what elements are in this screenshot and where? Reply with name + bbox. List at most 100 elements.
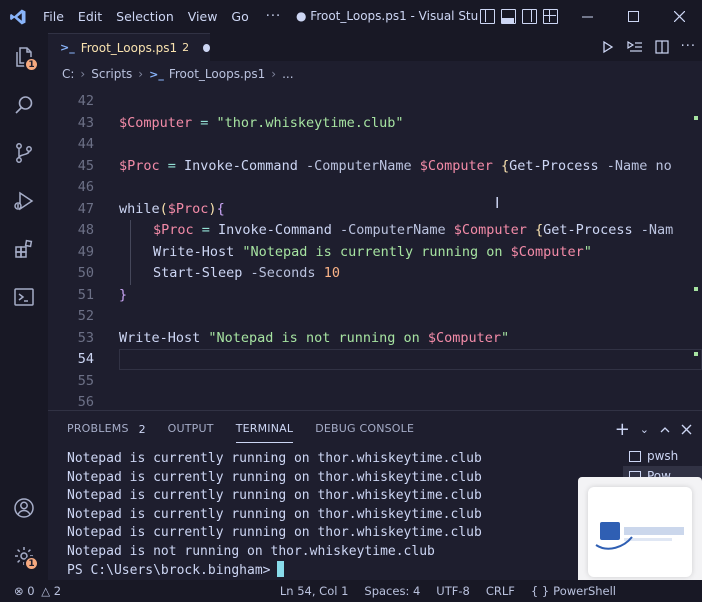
settings-badge: 1 bbox=[24, 556, 39, 571]
line-number-active: 54 bbox=[77, 351, 94, 367]
line-number: 48 bbox=[77, 222, 94, 238]
braces-icon: { } bbox=[530, 584, 550, 598]
tab-label: Froot_Loops.ps1 bbox=[80, 40, 178, 55]
close-window-button[interactable] bbox=[656, 0, 702, 33]
terminal-prompt: PS C:\Users\brock.bingham> bbox=[67, 563, 271, 578]
editor-actions: ··· bbox=[601, 39, 696, 54]
breadcrumb-folder[interactable]: Scripts bbox=[91, 67, 132, 81]
toggle-primary-sidebar-icon[interactable] bbox=[480, 9, 495, 24]
account-icon bbox=[14, 498, 34, 518]
code-line-51: } bbox=[119, 285, 127, 307]
explorer-button[interactable]: 1 bbox=[0, 33, 48, 81]
unsaved-dot-icon[interactable] bbox=[203, 43, 210, 52]
menu-file[interactable]: File bbox=[36, 0, 71, 33]
window-controls bbox=[564, 0, 702, 33]
token-variable: $Computer bbox=[419, 157, 493, 174]
new-terminal-icon[interactable]: + bbox=[615, 419, 630, 440]
editor-tab-bar: >_ Froot_Loops.ps1 2 ··· bbox=[48, 33, 702, 61]
breadcrumb-drive[interactable]: C: bbox=[62, 67, 74, 81]
vscode-logo-icon bbox=[0, 0, 36, 33]
code-line-45: $Proc = Invoke-Command -ComputerName $Co… bbox=[119, 156, 672, 178]
token-command: Invoke-Command bbox=[218, 222, 332, 238]
customize-layout-icon[interactable] bbox=[543, 9, 558, 24]
tab-froot-loops[interactable]: >_ Froot_Loops.ps1 2 bbox=[48, 33, 210, 61]
search-button[interactable] bbox=[0, 81, 48, 129]
menu-view[interactable]: View bbox=[181, 0, 225, 33]
minimize-button[interactable] bbox=[564, 0, 610, 33]
cursor-position[interactable]: Ln 54, Col 1 bbox=[272, 584, 357, 598]
maximize-panel-icon[interactable] bbox=[659, 424, 671, 436]
line-number: 44 bbox=[77, 136, 94, 152]
window-title: ● Froot_Loops.ps1 - Visual Studio Code bbox=[296, 9, 478, 23]
line-number: 43 bbox=[77, 114, 94, 131]
toggle-panel-icon[interactable] bbox=[501, 9, 516, 24]
run-icon[interactable] bbox=[601, 40, 615, 54]
line-number: 46 bbox=[77, 179, 94, 195]
token-operator: = bbox=[192, 114, 217, 131]
breadcrumb-file[interactable]: Froot_Loops.ps1 bbox=[169, 67, 265, 81]
run-selection-icon[interactable] bbox=[626, 40, 643, 54]
mouse-ibeam-cursor-icon: I bbox=[495, 194, 500, 212]
line-endings[interactable]: CRLF bbox=[478, 584, 523, 598]
powershell-button[interactable] bbox=[0, 273, 48, 321]
line-number: 52 bbox=[77, 308, 94, 324]
menu-go[interactable]: Go bbox=[224, 0, 255, 33]
overview-ruler-marker bbox=[694, 116, 698, 120]
breadcrumb-symbols[interactable]: ... bbox=[282, 67, 293, 81]
warning-icon: △ bbox=[41, 584, 51, 598]
language-mode[interactable]: { } PowerShell bbox=[523, 584, 702, 598]
tab-problems[interactable]: PROBLEMS bbox=[67, 411, 129, 447]
token-operator: = bbox=[193, 222, 219, 238]
token-variable: $Proc bbox=[153, 222, 194, 238]
line-number: 47 bbox=[77, 200, 94, 217]
indentation[interactable]: Spaces: 4 bbox=[356, 584, 428, 598]
token-parameter: -Seconds bbox=[242, 265, 324, 281]
token-brace: { bbox=[492, 157, 510, 174]
language-label: PowerShell bbox=[553, 584, 616, 598]
token-brace: { bbox=[526, 222, 544, 238]
maximize-button[interactable] bbox=[610, 0, 656, 33]
code-editor[interactable]: 42 43 44 45 46 47 48 49 50 51 52 53 54 5… bbox=[48, 87, 702, 410]
run-debug-icon bbox=[14, 191, 34, 211]
line-number: 49 bbox=[77, 243, 94, 260]
manage-button[interactable]: 1 bbox=[0, 532, 48, 580]
terminal-item-pwsh[interactable]: pwsh bbox=[623, 446, 702, 466]
toggle-secondary-sidebar-icon[interactable] bbox=[522, 9, 537, 24]
token-brace: { bbox=[216, 200, 225, 217]
chevron-down-icon[interactable]: ⌄ bbox=[640, 423, 649, 436]
menu-selection[interactable]: Selection bbox=[109, 0, 181, 33]
problems-status[interactable]: ⊗ 0 △ 2 bbox=[0, 584, 69, 598]
tab-debug-console[interactable]: DEBUG CONSOLE bbox=[315, 411, 414, 447]
line-number: 42 bbox=[77, 93, 94, 109]
breadcrumb: C: › Scripts › >_ Froot_Loops.ps1 › ... bbox=[48, 61, 702, 87]
terminal-icon bbox=[629, 450, 641, 462]
terminal-prompt-line: PS C:\Users\brock.bingham> bbox=[67, 561, 482, 581]
split-editor-icon[interactable] bbox=[654, 39, 669, 54]
tab-terminal[interactable]: TERMINAL bbox=[235, 411, 294, 447]
accounts-button[interactable] bbox=[0, 484, 48, 532]
overview-ruler-marker bbox=[694, 287, 698, 291]
more-actions-icon[interactable]: ··· bbox=[681, 39, 696, 54]
extensions-button[interactable] bbox=[0, 225, 48, 273]
menu-edit[interactable]: Edit bbox=[71, 0, 109, 33]
file-encoding[interactable]: UTF-8 bbox=[428, 584, 478, 598]
token-number: 10 bbox=[323, 265, 340, 281]
close-panel-icon[interactable] bbox=[681, 424, 692, 435]
menu-more-button[interactable]: ··· bbox=[256, 0, 291, 33]
run-debug-button[interactable] bbox=[0, 177, 48, 225]
token-command: Write-Host bbox=[153, 243, 235, 260]
code-line-53: Write-Host "Notepad is not running on $C… bbox=[119, 328, 509, 350]
terminal-output[interactable]: Notepad is currently running on thor.whi… bbox=[67, 450, 482, 581]
tab-output[interactable]: OUTPUT bbox=[168, 411, 214, 447]
token-command: Start-Sleep bbox=[153, 265, 243, 281]
token-paren: ( bbox=[159, 200, 168, 217]
token-command: Get-Process bbox=[543, 222, 633, 238]
search-icon bbox=[15, 96, 33, 114]
token-variable: $Computer bbox=[119, 114, 193, 131]
token-operator: = bbox=[159, 157, 185, 174]
terminal-line: Notepad is currently running on thor.whi… bbox=[67, 488, 482, 503]
source-control-button[interactable] bbox=[0, 129, 48, 177]
terminal-item-label: pwsh bbox=[647, 449, 679, 463]
terminal-line: Notepad is currently running on thor.whi… bbox=[67, 525, 482, 540]
token-keyword: while bbox=[119, 200, 160, 217]
